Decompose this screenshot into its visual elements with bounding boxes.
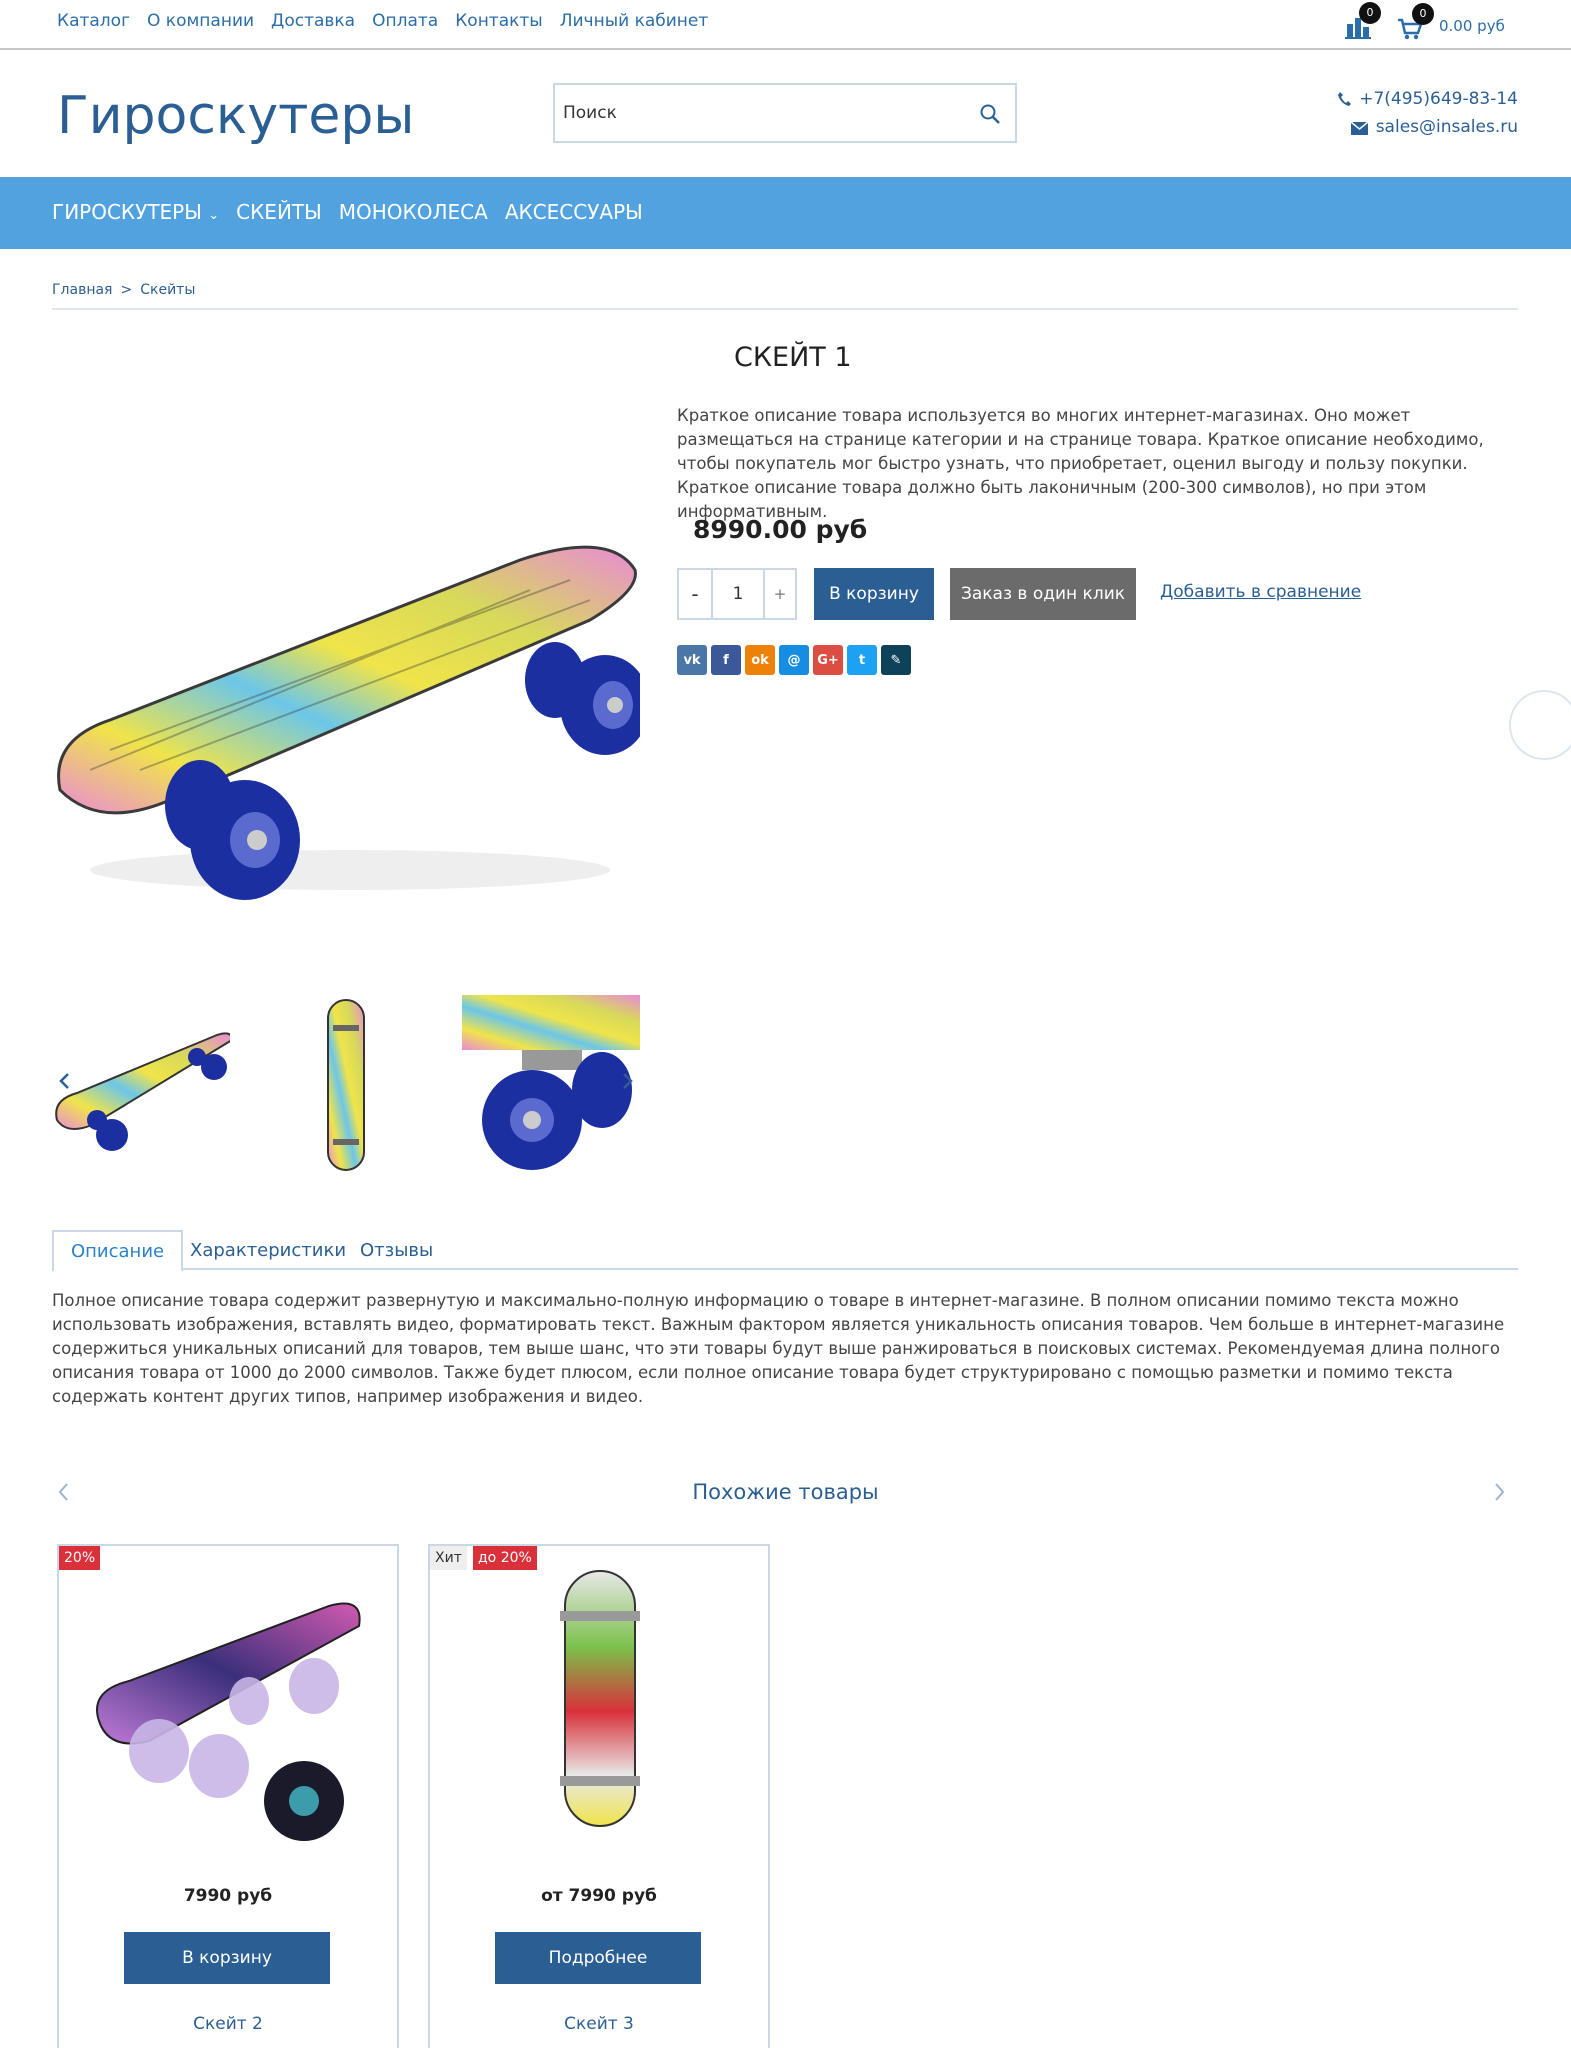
product-thumbnail[interactable] (257, 995, 435, 1175)
search-box (553, 83, 1017, 143)
menu-item-accessories[interactable]: Аксессуары (505, 200, 643, 224)
product-card-image[interactable] (89, 1566, 369, 1866)
product-price: 8990.00 руб (693, 515, 868, 544)
discount-badge: 20% (59, 1546, 101, 1570)
product-short-description: Краткое описание товара используется во … (677, 406, 1484, 521)
details-button[interactable]: Подробнее (495, 1932, 701, 1984)
phone-number[interactable]: +7(495)649-83-14 (1359, 89, 1518, 109)
cart-sum[interactable]: 0.00 руб (1439, 17, 1505, 35)
discount-badge: до 20% (473, 1546, 537, 1570)
email-address[interactable]: sales@insales.ru (1376, 117, 1518, 137)
qty-plus-button[interactable]: + (763, 570, 795, 618)
topnav-contacts[interactable]: Контакты (455, 11, 543, 31)
product-tabs: Описание Характеристики Отзывы (52, 1230, 1518, 1272)
top-bar: Каталог О компании Доставка Оплата Конта… (0, 0, 1571, 50)
product-card[interactable]: 7990 руб В корзину Скейт 2 (57, 1544, 399, 2048)
menu-item-monowheels[interactable]: Моноколеса (339, 200, 488, 224)
topnav-account[interactable]: Личный кабинет (560, 11, 709, 31)
menu-item-label: Гироскутеры (52, 200, 202, 224)
compare-count-badge: 0 (1359, 2, 1381, 24)
similar-products-title: Похожие товары (692, 1480, 879, 1504)
add-to-cart-button[interactable]: В корзину (124, 1932, 330, 1984)
product-card-name[interactable]: Скейт 2 (59, 2014, 397, 2034)
similar-next-arrow-icon[interactable] (1494, 1482, 1506, 1502)
search-input[interactable] (555, 85, 955, 141)
product-title: СКЕЙТ 1 (734, 342, 852, 373)
product-main-image[interactable] (50, 540, 640, 930)
hit-badge: Хит (430, 1546, 467, 1570)
product-card[interactable]: от 7990 руб Подробнее Скейт 3 (428, 1544, 770, 2048)
social-share: vk f ok @ G+ t ✎ (677, 645, 911, 675)
thumbs-next-arrow-icon[interactable] (622, 1072, 634, 1090)
product-card-image[interactable] (460, 1566, 740, 1866)
quantity-stepper: - 1 + (677, 568, 797, 620)
product-thumbnail[interactable] (52, 995, 230, 1175)
header-contacts: +7(495)649-83-14 sales@insales.ru (1337, 89, 1518, 145)
email-row: sales@insales.ru (1337, 117, 1518, 137)
top-nav: Каталог О компании Доставка Оплата Конта… (57, 11, 708, 31)
site-logo[interactable]: Гироскутеры (57, 86, 414, 146)
add-to-cart-button[interactable]: В корзину (814, 568, 934, 620)
divider (52, 308, 1518, 310)
chevron-down-icon: ⌄ (208, 208, 220, 223)
mail-icon (1350, 121, 1369, 135)
search-icon[interactable] (979, 103, 1001, 125)
twitter-icon[interactable]: t (847, 645, 877, 675)
breadcrumb-separator: > (120, 282, 133, 298)
product-full-description: Полное описание товара содержит разверну… (52, 1291, 1505, 1406)
add-to-compare-link[interactable]: Добавить в сравнение (1160, 582, 1361, 602)
one-click-order-button[interactable]: Заказ в один клик (950, 568, 1136, 620)
moimir-icon[interactable]: @ (779, 645, 809, 675)
phone-row: +7(495)649-83-14 (1337, 89, 1518, 109)
cart-count-badge: 0 (1412, 3, 1434, 25)
breadcrumb-current[interactable]: Скейты (140, 282, 195, 298)
topnav-about[interactable]: О компании (147, 11, 254, 31)
topnav-catalog[interactable]: Каталог (57, 11, 130, 31)
topnav-delivery[interactable]: Доставка (271, 11, 355, 31)
odnoklassniki-icon[interactable]: ok (745, 645, 775, 675)
livejournal-icon[interactable]: ✎ (881, 645, 911, 675)
googleplus-icon[interactable]: G+ (813, 645, 843, 675)
product-card-price: 7990 руб (183, 1886, 273, 1906)
tab-description[interactable]: Описание (52, 1230, 184, 1272)
main-menu: Гироскутеры ⌄ Скейты Моноколеса Аксессуа… (0, 177, 1571, 249)
vk-icon[interactable]: vk (677, 645, 707, 675)
product-card-price: от 7990 руб (541, 1886, 657, 1906)
breadcrumb: Главная > Скейты (52, 282, 195, 298)
tab-reviews[interactable]: Отзывы (360, 1230, 433, 1270)
product-card-name[interactable]: Скейт 3 (430, 2014, 768, 2034)
menu-item-skates[interactable]: Скейты (236, 200, 322, 224)
menu-item-gyroscooters[interactable]: Гироскутеры ⌄ (52, 200, 219, 224)
topnav-payment[interactable]: Оплата (372, 11, 438, 31)
product-thumbnail[interactable] (462, 995, 640, 1175)
facebook-icon[interactable]: f (711, 645, 741, 675)
scroll-widget[interactable] (1509, 690, 1571, 760)
phone-icon (1338, 92, 1352, 106)
qty-minus-button[interactable]: - (679, 570, 713, 618)
qty-input[interactable]: 1 (713, 570, 763, 618)
breadcrumb-home[interactable]: Главная (52, 282, 112, 298)
tab-characteristics[interactable]: Характеристики (190, 1230, 346, 1270)
